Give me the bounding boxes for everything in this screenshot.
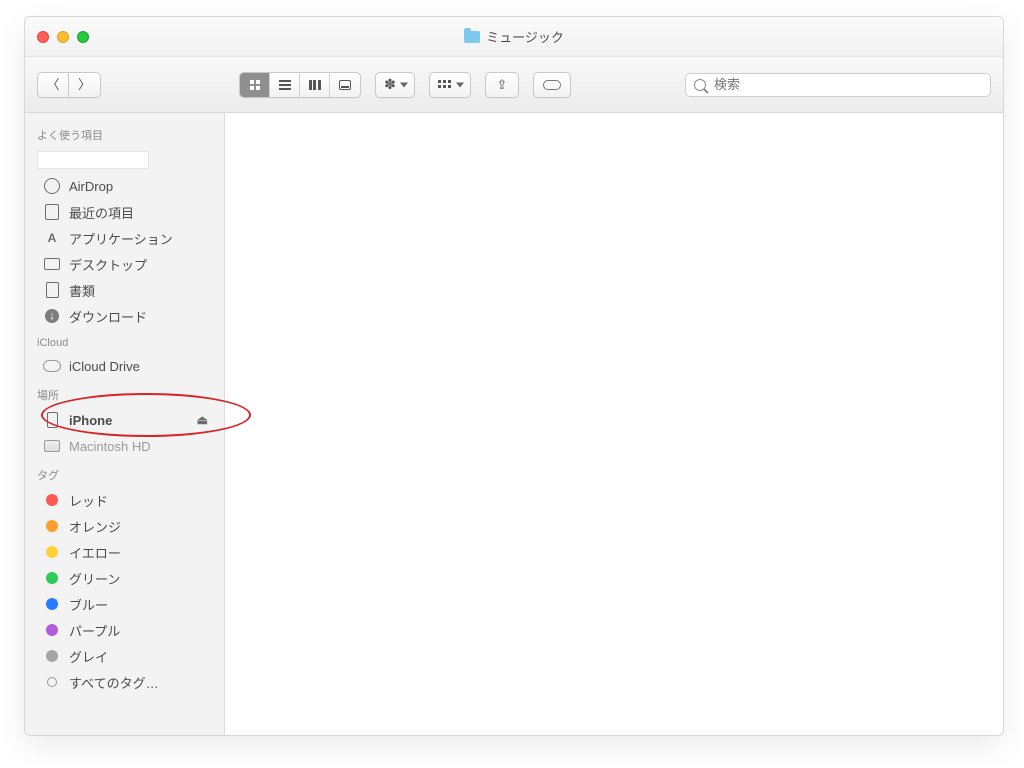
sidebar-item-icloud-drive[interactable]: iCloud Drive [25, 353, 224, 379]
sidebar-item-label: 最近の項目 [69, 203, 134, 222]
sidebar-tag-gray[interactable]: グレイ [25, 643, 224, 669]
sidebar-tag-red[interactable]: レッド [25, 487, 224, 513]
eject-icon[interactable]: ⏏ [197, 413, 214, 427]
tag-dot-icon [46, 598, 58, 610]
sidebar-item-label: Macintosh HD [69, 439, 151, 454]
share-button[interactable]: ⇪ [485, 72, 519, 98]
edit-tags-button[interactable] [533, 72, 571, 98]
view-list[interactable] [270, 73, 300, 97]
sidebar-item-iphone[interactable]: iPhone ⏏ [25, 407, 224, 433]
sidebar-item-label: ブルー [69, 595, 108, 614]
window-body: よく使う項目 AirDrop 最近の項目 アプリケーション デスクトップ 書類 [25, 113, 1003, 735]
sidebar: よく使う項目 AirDrop 最近の項目 アプリケーション デスクトップ 書類 [25, 113, 225, 735]
tag-dot-icon [46, 650, 58, 662]
sidebar-item-label: すべてのタグ… [69, 673, 159, 692]
gallery-view-icon [339, 80, 351, 90]
tag-dot-icon [46, 520, 58, 532]
window-title: ミュージック [25, 27, 1003, 46]
share-icon: ⇪ [497, 77, 508, 93]
nav-buttons: 〈 〉 [37, 72, 101, 98]
sidebar-item-label: グリーン [69, 569, 120, 588]
airdrop-icon [43, 178, 61, 194]
window-controls [25, 31, 89, 43]
downloads-icon: ↓ [43, 309, 61, 323]
back-button[interactable]: 〈 [37, 72, 69, 98]
sidebar-item-label: レッド [69, 491, 108, 510]
sidebar-tag-yellow[interactable]: イエロー [25, 539, 224, 565]
sidebar-tag-green[interactable]: グリーン [25, 565, 224, 591]
sidebar-item-label: グレイ [69, 647, 108, 666]
gear-icon: ✽ [384, 76, 396, 93]
sidebar-tag-all[interactable]: すべてのタグ… [25, 669, 224, 695]
sidebar-item-label: デスクトップ [69, 255, 147, 274]
tag-icon [543, 80, 561, 90]
tag-dot-icon [46, 572, 58, 584]
sidebar-item-label: AirDrop [69, 179, 113, 194]
sidebar-item-desktop[interactable]: デスクトップ [25, 251, 224, 277]
sidebar-item-label: iCloud Drive [69, 359, 140, 374]
close-button[interactable] [37, 31, 49, 43]
list-view-icon [279, 80, 291, 90]
sidebar-heading-favorites: よく使う項目 [25, 119, 224, 147]
group-menu[interactable] [429, 72, 471, 98]
sidebar-tag-purple[interactable]: パープル [25, 617, 224, 643]
action-menu[interactable]: ✽ [375, 72, 415, 98]
view-gallery[interactable] [330, 73, 360, 97]
sidebar-heading-locations: 場所 [25, 379, 224, 407]
cloud-icon [43, 360, 61, 372]
sidebar-item-label: iPhone [69, 413, 112, 428]
icon-view-icon [250, 80, 260, 90]
sidebar-item-label: アプリケーション [69, 229, 173, 248]
view-column[interactable] [300, 73, 330, 97]
sidebar-item-downloads[interactable]: ↓ ダウンロード [25, 303, 224, 329]
sidebar-item-label: イエロー [69, 543, 121, 562]
sidebar-tag-orange[interactable]: オレンジ [25, 513, 224, 539]
window-title-text: ミュージック [486, 27, 564, 46]
iphone-icon [43, 412, 61, 428]
column-view-icon [309, 80, 321, 90]
view-switcher [239, 72, 361, 98]
zoom-button[interactable] [77, 31, 89, 43]
title-bar: ミュージック [25, 17, 1003, 57]
tag-dot-icon [46, 546, 58, 558]
sidebar-item-label: パープル [69, 621, 120, 640]
hard-disk-icon [43, 440, 61, 452]
sidebar-item-applications[interactable]: アプリケーション [25, 225, 224, 251]
tag-dot-icon [46, 624, 58, 636]
sidebar-item-label: ダウンロード [69, 307, 147, 326]
toolbar: 〈 〉 ✽ ⇪ [25, 57, 1003, 113]
sidebar-item-recents[interactable]: 最近の項目 [25, 199, 224, 225]
applications-icon [43, 231, 61, 245]
sidebar-item-label: オレンジ [69, 517, 121, 536]
finder-window: ミュージック 〈 〉 ✽ ⇪ [24, 16, 1004, 736]
sidebar-heading-tags: タグ [25, 459, 224, 487]
sidebar-item-redacted[interactable] [37, 151, 149, 169]
minimize-button[interactable] [57, 31, 69, 43]
sidebar-item-documents[interactable]: 書類 [25, 277, 224, 303]
forward-button[interactable]: 〉 [69, 72, 101, 98]
desktop-icon [43, 258, 61, 270]
sidebar-heading-icloud: iCloud [25, 329, 224, 353]
view-icon[interactable] [240, 73, 270, 97]
sidebar-tag-blue[interactable]: ブルー [25, 591, 224, 617]
tag-dot-icon [47, 677, 57, 687]
recents-icon [43, 204, 61, 220]
grid-icon [438, 80, 452, 90]
folder-icon [464, 31, 480, 43]
content-area [225, 113, 1003, 735]
sidebar-item-airdrop[interactable]: AirDrop [25, 173, 224, 199]
search-field[interactable] [685, 73, 991, 97]
tag-dot-icon [46, 494, 58, 506]
search-icon [694, 79, 706, 91]
documents-icon [43, 282, 61, 298]
search-input[interactable] [712, 76, 982, 93]
sidebar-item-macintosh-hd[interactable]: Macintosh HD [25, 433, 224, 459]
sidebar-item-label: 書類 [69, 281, 95, 300]
